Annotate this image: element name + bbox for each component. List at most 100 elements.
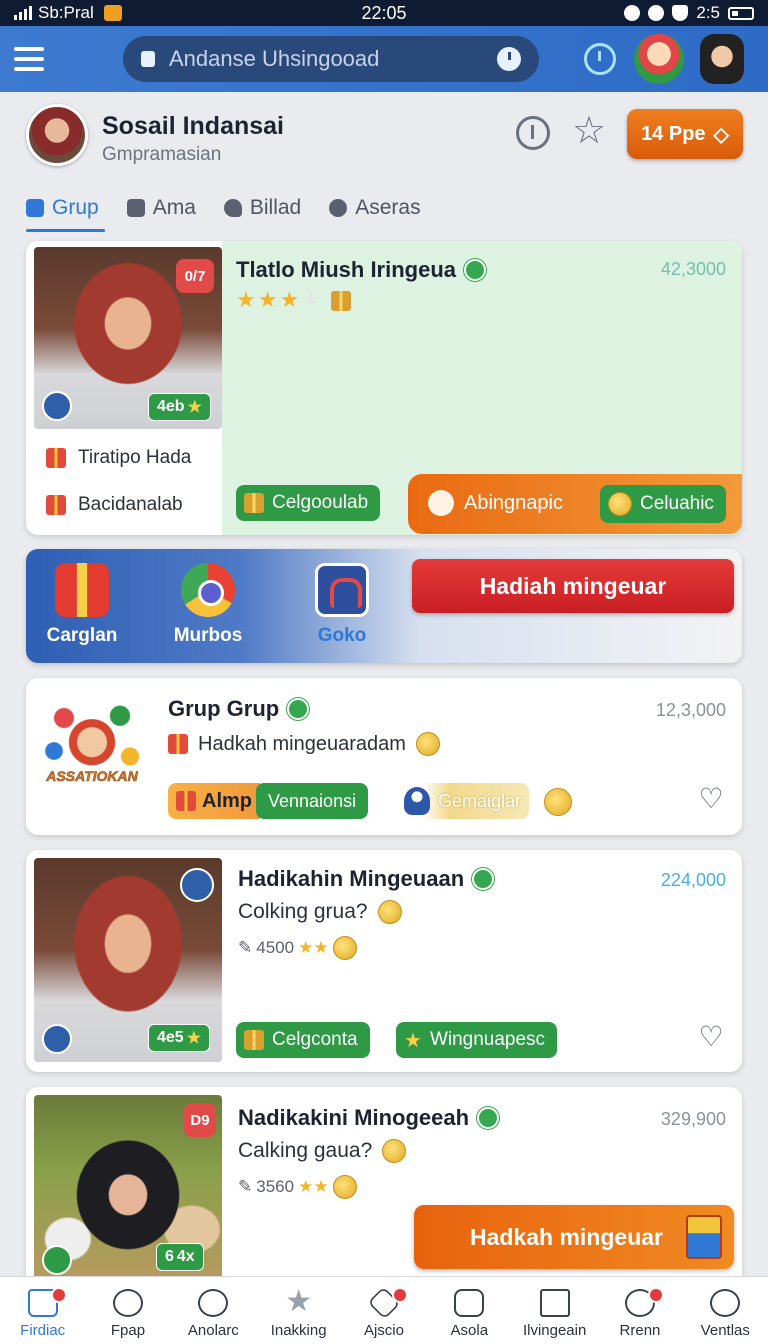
card-title-row: Grup Grup	[168, 696, 310, 722]
nav-item-asola[interactable]: Asola	[427, 1277, 512, 1344]
tab-billad[interactable]: Billad	[223, 188, 302, 228]
search-input[interactable]: Andanse Uhsingooad	[123, 36, 539, 82]
points-pill-button[interactable]: 14 Ppe ◇	[627, 109, 743, 159]
verified-icon	[472, 868, 495, 890]
promo-banner[interactable]: Abingnapic Celuahic	[408, 474, 742, 534]
nav-label: Anolarc	[187, 1322, 239, 1339]
mascot-avatar[interactable]	[634, 34, 684, 84]
card-title: Grup Grup	[168, 696, 280, 721]
search-placeholder: Andanse Uhsingooad	[169, 46, 380, 71]
featured-card[interactable]: 0/7 4eb ★ Tlatlo Miush Iringeua 42,3000 ★…	[26, 241, 742, 535]
card-title: Hadikahin Mingeuaan	[238, 866, 465, 891]
carrier-label: Sb:Pral	[38, 3, 94, 22]
alarm-icon[interactable]	[584, 43, 616, 75]
nav-item-inakking[interactable]: ★ Inakking	[256, 1277, 341, 1344]
pin-icon[interactable]	[42, 391, 72, 421]
nav-item-anolarc[interactable]: Anolarc	[171, 1277, 256, 1344]
quick-action-carglan[interactable]: Carglan	[32, 563, 132, 647]
verified-icon	[464, 259, 487, 281]
points-pill-label: 14 Ppe	[641, 122, 706, 145]
tab-aseras[interactable]: Aseras	[329, 188, 421, 228]
photo-badge: D9	[184, 1103, 216, 1137]
coin-icon	[382, 1139, 407, 1163]
hadkah-button[interactable]: Hadkah mingeuar	[414, 1205, 734, 1269]
battery-icon	[728, 6, 754, 20]
tab-ama[interactable]: Ama	[126, 188, 196, 228]
history-icon[interactable]	[497, 47, 521, 71]
nav-item-fpap[interactable]: Fpap	[85, 1277, 170, 1344]
tag-icon: ✎	[238, 1177, 253, 1196]
post-stat-value: 3560	[256, 1177, 295, 1196]
gemaiglar-chip-button[interactable]: Gemaiglar	[396, 783, 530, 819]
star-icon: ★	[285, 1285, 313, 1318]
nav-label: Ventlas	[700, 1322, 750, 1339]
star-icon: ★	[404, 1029, 422, 1052]
list-item-label: Bacidanalab	[78, 494, 183, 515]
lock-icon	[141, 51, 155, 67]
level-tag-text: 4eb	[157, 398, 185, 415]
profile-subtitle: Gmpramasian	[102, 144, 222, 165]
pin-icon[interactable]	[42, 1024, 72, 1054]
nav-label: Fpap	[110, 1322, 146, 1339]
tab-label: Grup	[52, 196, 99, 219]
list-item[interactable]: Bacidanalab	[46, 494, 183, 516]
star-chip-button[interactable]: ★ Wingnuapesc	[396, 1022, 558, 1058]
nav-item-ventlas[interactable]: Ventlas	[683, 1277, 768, 1344]
info-icon[interactable]	[516, 116, 550, 150]
post-card[interactable]: 4e5 ★ Hadikahin Mingeuaan 224,000 Colking…	[26, 850, 742, 1072]
briefcase-icon	[126, 199, 145, 217]
cta-label: Hadkah mingeuar	[470, 1223, 663, 1250]
lock-tab-icon	[26, 199, 44, 217]
stars-icon: ★★	[298, 938, 329, 957]
diamond-icon: ◇	[713, 123, 729, 146]
photo-badge: 0/7	[176, 259, 214, 293]
tab-bar: Grup Ama Billad Aseras	[26, 186, 421, 232]
like-icon[interactable]: ♡	[696, 784, 726, 814]
mascot-icon	[404, 787, 430, 815]
gift-chip-button[interactable]: Celgconta	[236, 1022, 370, 1058]
gift-box-icon	[686, 1215, 722, 1259]
group-card[interactable]: ASSATIOKAN Grup Grup 12,3,000 Hadkah min…	[26, 678, 742, 835]
tag-icon: ✎	[238, 938, 253, 957]
group-logo-text: ASSATIOKAN	[46, 768, 138, 785]
hamburger-menu-icon[interactable]	[14, 39, 54, 79]
notification-dot	[50, 1287, 67, 1303]
group-logo: ASSATIOKAN	[42, 696, 142, 806]
profile-icon[interactable]	[42, 1245, 72, 1275]
nav-label: Rrenn	[619, 1322, 661, 1339]
list-item[interactable]: Tiratipo Hada	[46, 447, 191, 469]
quick-action-goko[interactable]: Goko	[292, 563, 392, 647]
gamepad-icon	[454, 1289, 485, 1317]
like-icon[interactable]: ♡	[696, 1022, 726, 1052]
profile-avatar[interactable]	[26, 104, 88, 166]
wifi-icon	[672, 5, 689, 21]
nav-item-firdiac[interactable]: Firdiac	[0, 1277, 85, 1344]
chip-label: Wingnuapesc	[429, 1029, 546, 1050]
hadiah-button[interactable]: Hadiah mingeuar	[412, 559, 734, 613]
banner-chip-button[interactable]: Celuahic	[600, 485, 726, 523]
member-count: 12,3,000	[655, 700, 726, 720]
tab-grup[interactable]: Grup	[26, 188, 105, 232]
profile-icon	[710, 1289, 741, 1317]
profile-name: Sosail Indansai	[102, 112, 285, 140]
nav-item-ilvingeain[interactable]: Ilvingeain	[512, 1277, 597, 1344]
nav-item-ajscio[interactable]: Ajscio	[341, 1277, 426, 1344]
member-count: 224,000	[660, 870, 726, 890]
app-notification-icon	[103, 5, 122, 21]
quick-action-murbos[interactable]: Murbos	[158, 563, 258, 647]
combo-chip-button[interactable]: Almp Vennaionsi	[168, 783, 369, 819]
nav-item-rrenn[interactable]: Rrenn	[597, 1277, 682, 1344]
notification-dot	[391, 1287, 408, 1303]
tab-label: Billad	[249, 196, 302, 219]
user-avatar[interactable]	[700, 34, 744, 84]
star-icon[interactable]: ☆	[572, 112, 606, 150]
nav-label: Ajscio	[363, 1322, 404, 1339]
chip-label: Gemaiglar	[438, 790, 522, 811]
chip-label: Celgooulab	[272, 492, 369, 513]
nav-label: Asola	[450, 1322, 489, 1339]
card-title-row: Nadikakini Minogeeah	[238, 1105, 500, 1131]
verified-icon	[477, 1107, 500, 1129]
verified-icon	[287, 698, 310, 720]
gift-chip-button[interactable]: Celgooulab	[236, 485, 381, 521]
level-tag: 4e5 ★	[148, 1024, 211, 1052]
